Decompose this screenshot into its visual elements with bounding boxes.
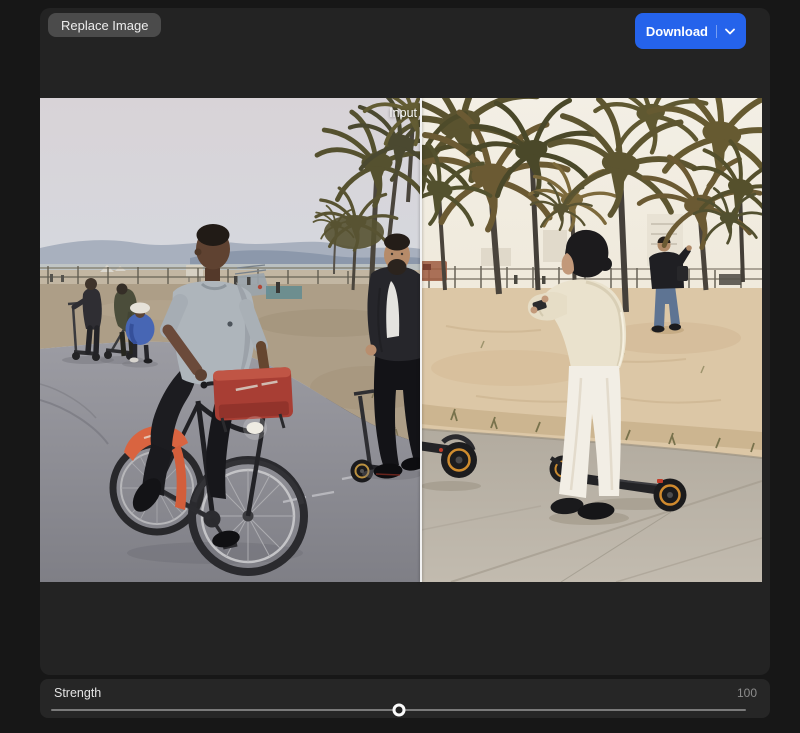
download-button[interactable]: Download xyxy=(635,13,746,49)
strength-label: Strength xyxy=(54,686,101,700)
left-photo-input xyxy=(40,98,465,582)
input-label: Input xyxy=(389,106,417,120)
strength-value: 100 xyxy=(737,686,757,700)
replace-image-button[interactable]: Replace Image xyxy=(48,13,161,37)
download-split-divider xyxy=(716,25,717,38)
download-label: Download xyxy=(646,25,708,38)
app-root: Replace Image Download xyxy=(0,0,800,733)
strength-slider[interactable] xyxy=(51,706,746,714)
strength-panel: Strength 100 xyxy=(40,679,770,718)
comparison-photo xyxy=(40,98,762,582)
strength-slider-thumb[interactable] xyxy=(392,704,405,717)
chevron-down-icon[interactable] xyxy=(725,28,735,35)
canvas-panel: Replace Image Download xyxy=(40,8,770,675)
comparison-divider[interactable] xyxy=(420,98,422,582)
image-comparison: Input xyxy=(40,98,762,582)
